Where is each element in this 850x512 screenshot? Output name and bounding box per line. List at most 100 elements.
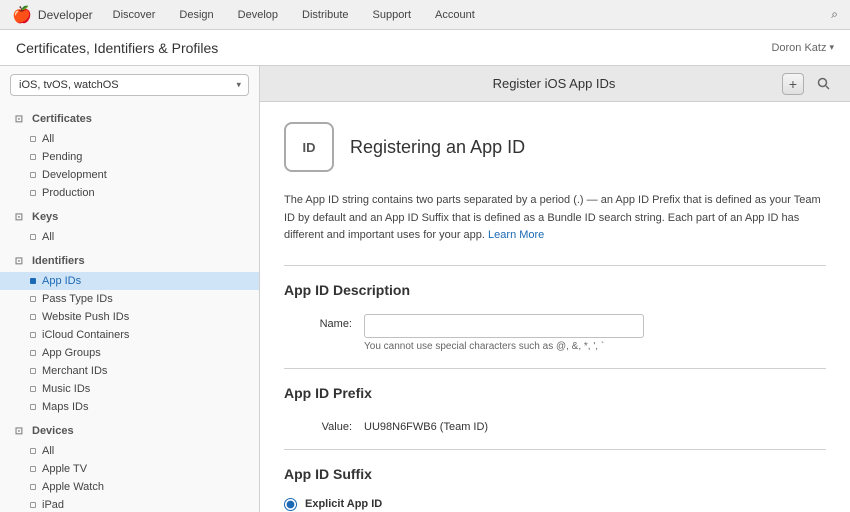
keys-label: Keys — [32, 211, 58, 223]
add-button[interactable]: + — [782, 73, 804, 95]
merchant-label: Merchant IDs — [42, 365, 107, 377]
brand-name: Developer — [38, 8, 93, 22]
sidebar-item-icloud-containers[interactable]: iCloud Containers — [0, 326, 259, 344]
cert-dev-label: Development — [42, 169, 107, 181]
prefix-section-title: App ID Prefix — [284, 385, 826, 401]
sidebar-item-apple-watch[interactable]: Apple Watch — [0, 478, 259, 496]
sidebar-section-keys: ⊡ Keys All — [0, 206, 259, 246]
sidebar-item-devices-all[interactable]: All — [0, 442, 259, 460]
info-text: The App ID string contains two parts sep… — [284, 192, 826, 245]
name-hint: You cannot use special characters such a… — [364, 341, 826, 352]
suffix-section-title: App ID Suffix — [284, 466, 826, 482]
cert-pending-label: Pending — [42, 151, 82, 163]
nav-right: ⌕ — [831, 7, 838, 22]
prefix-value-label: Value: — [284, 417, 364, 433]
nav-item-develop[interactable]: Develop — [238, 9, 278, 21]
sidebar-item-cert-all[interactable]: All — [0, 130, 259, 148]
devices-icon: ⊡ — [12, 424, 26, 438]
nav-items: Discover Design Develop Distribute Suppo… — [113, 9, 832, 21]
app-id-icon: ID — [284, 122, 334, 172]
search-button[interactable] — [812, 73, 834, 95]
sidebar-item-cert-production[interactable]: Production — [0, 184, 259, 202]
header-actions: + — [782, 73, 834, 95]
icloud-dot-icon — [30, 332, 36, 338]
nav-item-support[interactable]: Support — [373, 9, 412, 21]
identifiers-icon: ⊡ — [12, 254, 26, 268]
divider-description — [284, 265, 826, 266]
cert-pending-dot-icon — [30, 154, 36, 160]
sidebar-section-devices: ⊡ Devices All Apple TV Apple Watch iPad — [0, 420, 259, 512]
description-section-title: App ID Description — [284, 282, 826, 298]
apple-watch-dot-icon — [30, 484, 36, 490]
maps-label: Maps IDs — [42, 401, 88, 413]
maps-dot-icon — [30, 404, 36, 410]
sidebar-item-ipad[interactable]: iPad — [0, 496, 259, 512]
sidebar: iOS, tvOS, watchOS macOS ▾ ⊡ Certificate… — [0, 66, 260, 512]
sidebar-item-website-push-ids[interactable]: Website Push IDs — [0, 308, 259, 326]
pass-type-label: Pass Type IDs — [42, 293, 113, 305]
nav-item-discover[interactable]: Discover — [113, 9, 156, 21]
devices-all-label: All — [42, 445, 54, 457]
sidebar-item-app-ids[interactable]: App IDs — [0, 272, 259, 290]
sidebar-item-app-groups[interactable]: App Groups — [0, 344, 259, 362]
devices-header: ⊡ Devices — [0, 420, 259, 442]
merchant-dot-icon — [30, 368, 36, 374]
apple-logo-icon: 🍎 — [12, 5, 32, 25]
cert-all-dot-icon — [30, 136, 36, 142]
name-row: Name: You cannot use special characters … — [284, 314, 826, 352]
sidebar-item-cert-pending[interactable]: Pending — [0, 148, 259, 166]
user-info[interactable]: Doron Katz ▾ — [771, 42, 834, 54]
apple-tv-dot-icon — [30, 466, 36, 472]
register-title: Registering an App ID — [350, 137, 525, 158]
app-groups-label: App Groups — [42, 347, 101, 359]
platform-dropdown[interactable]: iOS, tvOS, watchOS macOS — [10, 74, 249, 96]
nav-item-account[interactable]: Account — [435, 9, 475, 21]
certificates-header: ⊡ Certificates — [0, 108, 259, 130]
sidebar-item-keys-all[interactable]: All — [0, 228, 259, 246]
explicit-app-id-radio[interactable] — [284, 498, 297, 511]
sidebar-item-maps-ids[interactable]: Maps IDs — [0, 398, 259, 416]
sidebar-item-merchant-ids[interactable]: Merchant IDs — [0, 362, 259, 380]
brand: 🍎 Developer — [12, 5, 93, 25]
divider-prefix — [284, 368, 826, 369]
name-input[interactable] — [364, 314, 644, 338]
ipad-dot-icon — [30, 502, 36, 508]
music-label: Music IDs — [42, 383, 90, 395]
name-label: Name: — [284, 314, 364, 330]
apple-watch-label: Apple Watch — [42, 481, 104, 493]
nav-item-design[interactable]: Design — [179, 9, 213, 21]
user-caret-icon: ▾ — [829, 42, 834, 53]
user-name: Doron Katz — [771, 42, 826, 54]
top-nav: 🍎 Developer Discover Design Develop Dist… — [0, 0, 850, 30]
certificates-label: Certificates — [32, 113, 92, 125]
sidebar-item-pass-type-ids[interactable]: Pass Type IDs — [0, 290, 259, 308]
cert-prod-label: Production — [42, 187, 95, 199]
search-icon — [817, 77, 830, 90]
description-section: App ID Description Name: You cannot use … — [284, 282, 826, 352]
page-title: Certificates, Identifiers & Profiles — [16, 40, 218, 56]
sidebar-item-cert-development[interactable]: Development — [0, 166, 259, 184]
nav-item-distribute[interactable]: Distribute — [302, 9, 348, 21]
platform-dropdown-wrapper[interactable]: iOS, tvOS, watchOS macOS ▾ — [10, 74, 249, 96]
prefix-section: App ID Prefix Value: UU98N6FWB6 (Team ID… — [284, 385, 826, 433]
top-search-icon[interactable]: ⌕ — [831, 7, 838, 22]
main-layout: iOS, tvOS, watchOS macOS ▾ ⊡ Certificate… — [0, 66, 850, 512]
explicit-app-id-option[interactable]: Explicit App ID — [284, 498, 826, 511]
app-ids-label: App IDs — [42, 275, 81, 287]
prefix-value-text: UU98N6FWB6 (Team ID) — [364, 417, 488, 433]
keys-header: ⊡ Keys — [0, 206, 259, 228]
learn-more-link[interactable]: Learn More — [488, 229, 544, 241]
certificates-icon: ⊡ — [12, 112, 26, 126]
prefix-value-row: Value: UU98N6FWB6 (Team ID) — [284, 417, 826, 433]
explicit-app-id-label[interactable]: Explicit App ID — [305, 498, 382, 510]
sidebar-item-music-ids[interactable]: Music IDs — [0, 380, 259, 398]
app-groups-dot-icon — [30, 350, 36, 356]
content-title: Register iOS App IDs — [326, 76, 782, 91]
sidebar-item-apple-tv[interactable]: Apple TV — [0, 460, 259, 478]
register-header: ID Registering an App ID — [284, 122, 826, 172]
app-ids-dot-icon — [30, 278, 36, 284]
devices-all-dot-icon — [30, 448, 36, 454]
identifiers-header: ⊡ Identifiers — [0, 250, 259, 272]
suffix-section: App ID Suffix Explicit App ID — [284, 466, 826, 511]
divider-suffix — [284, 449, 826, 450]
